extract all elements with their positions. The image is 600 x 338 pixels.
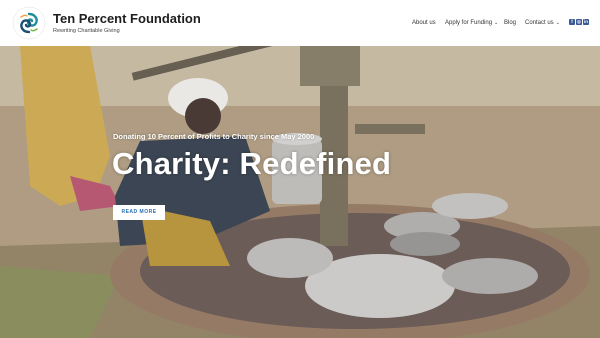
site-title[interactable]: Ten Percent Foundation [53, 11, 201, 26]
nav-item-label: Apply for Funding [445, 20, 493, 26]
foundation-logo[interactable] [12, 6, 46, 40]
chevron-down-icon: ⌄ [494, 20, 499, 26]
nav-item-apply-for-funding[interactable]: Apply for Funding ⌄ [445, 17, 498, 29]
facebook-icon[interactable]: f [569, 19, 575, 25]
instagram-icon[interactable]: ◎ [576, 19, 582, 25]
brand-block[interactable]: Ten Percent Foundation Rewriting Charita… [53, 11, 201, 34]
chevron-down-icon: ⌄ [555, 20, 560, 26]
nav-item-blog[interactable]: Blog [504, 17, 516, 29]
social-links: f ◎ in [569, 19, 589, 25]
nav-item-about-us[interactable]: About us [412, 17, 436, 29]
site-header: Ten Percent Foundation Rewriting Charita… [0, 0, 600, 46]
nav-item-contact-us[interactable]: Contact us ⌄ [525, 17, 560, 29]
site-tagline: Rewriting Charitable Giving [53, 28, 120, 34]
nav-item-label: About us [412, 20, 436, 26]
linkedin-icon[interactable]: in [583, 19, 589, 25]
hero-section: Donating 10 Percent of Profits to Charit… [0, 46, 600, 338]
read-more-button[interactable]: READ MORE [113, 205, 165, 220]
hero-title: Charity: Redefined [112, 146, 392, 181]
nav-item-label: Blog [504, 20, 517, 26]
hero-overlay [0, 46, 600, 338]
hero-subtitle: Donating 10 Percent of Profits to Charit… [113, 132, 315, 141]
nav-item-label: Contact us [525, 20, 554, 26]
